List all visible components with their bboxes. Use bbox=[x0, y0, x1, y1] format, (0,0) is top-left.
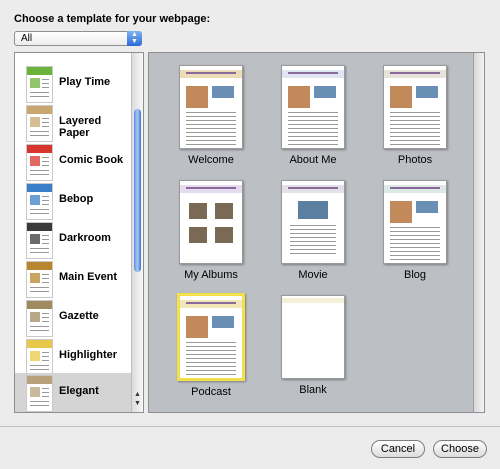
template-item-label: My Albums bbox=[184, 269, 238, 281]
scroll-down-arrow-icon[interactable]: ▼ bbox=[134, 400, 141, 407]
layered-paper-thumbnail-icon bbox=[26, 105, 53, 142]
theme-list-scrollbar[interactable]: ▲ ▼ bbox=[131, 53, 143, 412]
theme-filter-popup[interactable]: All ▲ ▼ bbox=[14, 31, 142, 46]
template-item-label: Blog bbox=[403, 269, 427, 281]
theme-item-label: Elegant bbox=[59, 385, 99, 397]
theme-list-scroll-thumb[interactable] bbox=[134, 109, 141, 272]
theme-item[interactable]: Layered Paper bbox=[15, 103, 131, 142]
template-item[interactable]: Blank bbox=[258, 295, 368, 396]
theme-item[interactable]: Darkroom bbox=[15, 220, 131, 259]
podcast-template-thumbnail bbox=[177, 293, 245, 381]
elegant-thumbnail-icon bbox=[26, 375, 53, 412]
theme-item-label: Main Event bbox=[59, 271, 118, 283]
theme-item[interactable]: Gazette bbox=[15, 298, 131, 337]
theme-item[interactable]: Highlighter bbox=[15, 337, 131, 376]
template-item-label: Movie bbox=[298, 269, 328, 281]
template-item[interactable]: Podcast bbox=[156, 293, 266, 398]
footer-divider bbox=[0, 426, 500, 427]
welcome-template-thumbnail bbox=[179, 65, 243, 149]
theme-list[interactable]: Play Time Layered Paper Comic Book Bebop Dar… bbox=[14, 52, 144, 413]
popup-arrows-icon: ▲ ▼ bbox=[127, 31, 142, 46]
template-grid-scrollbar[interactable] bbox=[473, 53, 484, 412]
template-item-label: Welcome bbox=[188, 154, 234, 166]
template-item[interactable]: Welcome bbox=[156, 65, 266, 166]
theme-item-label: Gazette bbox=[59, 310, 99, 322]
theme-filter-value: All bbox=[21, 33, 33, 44]
template-item[interactable]: About Me bbox=[258, 65, 368, 166]
theme-item-label: Play Time bbox=[59, 76, 111, 88]
darkroom-thumbnail-icon bbox=[26, 222, 53, 259]
theme-item-label: Comic Book bbox=[59, 154, 124, 166]
comic-book-thumbnail-icon bbox=[26, 144, 53, 181]
theme-item[interactable]: Elegant bbox=[15, 373, 131, 412]
template-item-label: Photos bbox=[397, 154, 433, 166]
theme-item[interactable]: Play Time bbox=[15, 64, 131, 103]
scroll-up-arrow-icon[interactable]: ▲ bbox=[134, 391, 141, 398]
template-item-label: Podcast bbox=[191, 386, 231, 398]
theme-item-label: Layered Paper bbox=[59, 115, 102, 139]
movie-template-thumbnail bbox=[281, 180, 345, 264]
template-grid: Welcome About Me Photos My Albums Movie Blog P… bbox=[148, 52, 485, 413]
cancel-button[interactable]: Cancel bbox=[371, 440, 425, 458]
theme-item-label: Bebop bbox=[59, 193, 94, 205]
photos-template-thumbnail bbox=[383, 65, 447, 149]
choose-button[interactable]: Choose bbox=[433, 440, 487, 458]
theme-item[interactable]: Comic Book bbox=[15, 142, 131, 181]
theme-item-label: Darkroom bbox=[59, 232, 111, 244]
play-time-thumbnail-icon bbox=[26, 66, 53, 103]
gazette-thumbnail-icon bbox=[26, 300, 53, 337]
template-item[interactable]: Photos bbox=[360, 65, 470, 166]
about-me-template-thumbnail bbox=[281, 65, 345, 149]
blog-template-thumbnail bbox=[383, 180, 447, 264]
template-item-label: About Me bbox=[289, 154, 337, 166]
blank-template-thumbnail bbox=[281, 295, 345, 379]
theme-item[interactable]: Main Event bbox=[15, 259, 131, 298]
highlighter-thumbnail-icon bbox=[26, 339, 53, 376]
my-albums-template-thumbnail bbox=[179, 180, 243, 264]
theme-item[interactable]: Bebop bbox=[15, 181, 131, 220]
template-item[interactable]: Movie bbox=[258, 180, 368, 281]
bebop-thumbnail-icon bbox=[26, 183, 53, 220]
main-event-thumbnail-icon bbox=[26, 261, 53, 298]
template-item[interactable]: Blog bbox=[360, 180, 470, 281]
dialog-heading: Choose a template for your webpage: bbox=[14, 13, 211, 25]
theme-item-label: Highlighter bbox=[59, 349, 118, 361]
template-item[interactable]: My Albums bbox=[156, 180, 266, 281]
template-item-label: Blank bbox=[299, 384, 327, 396]
